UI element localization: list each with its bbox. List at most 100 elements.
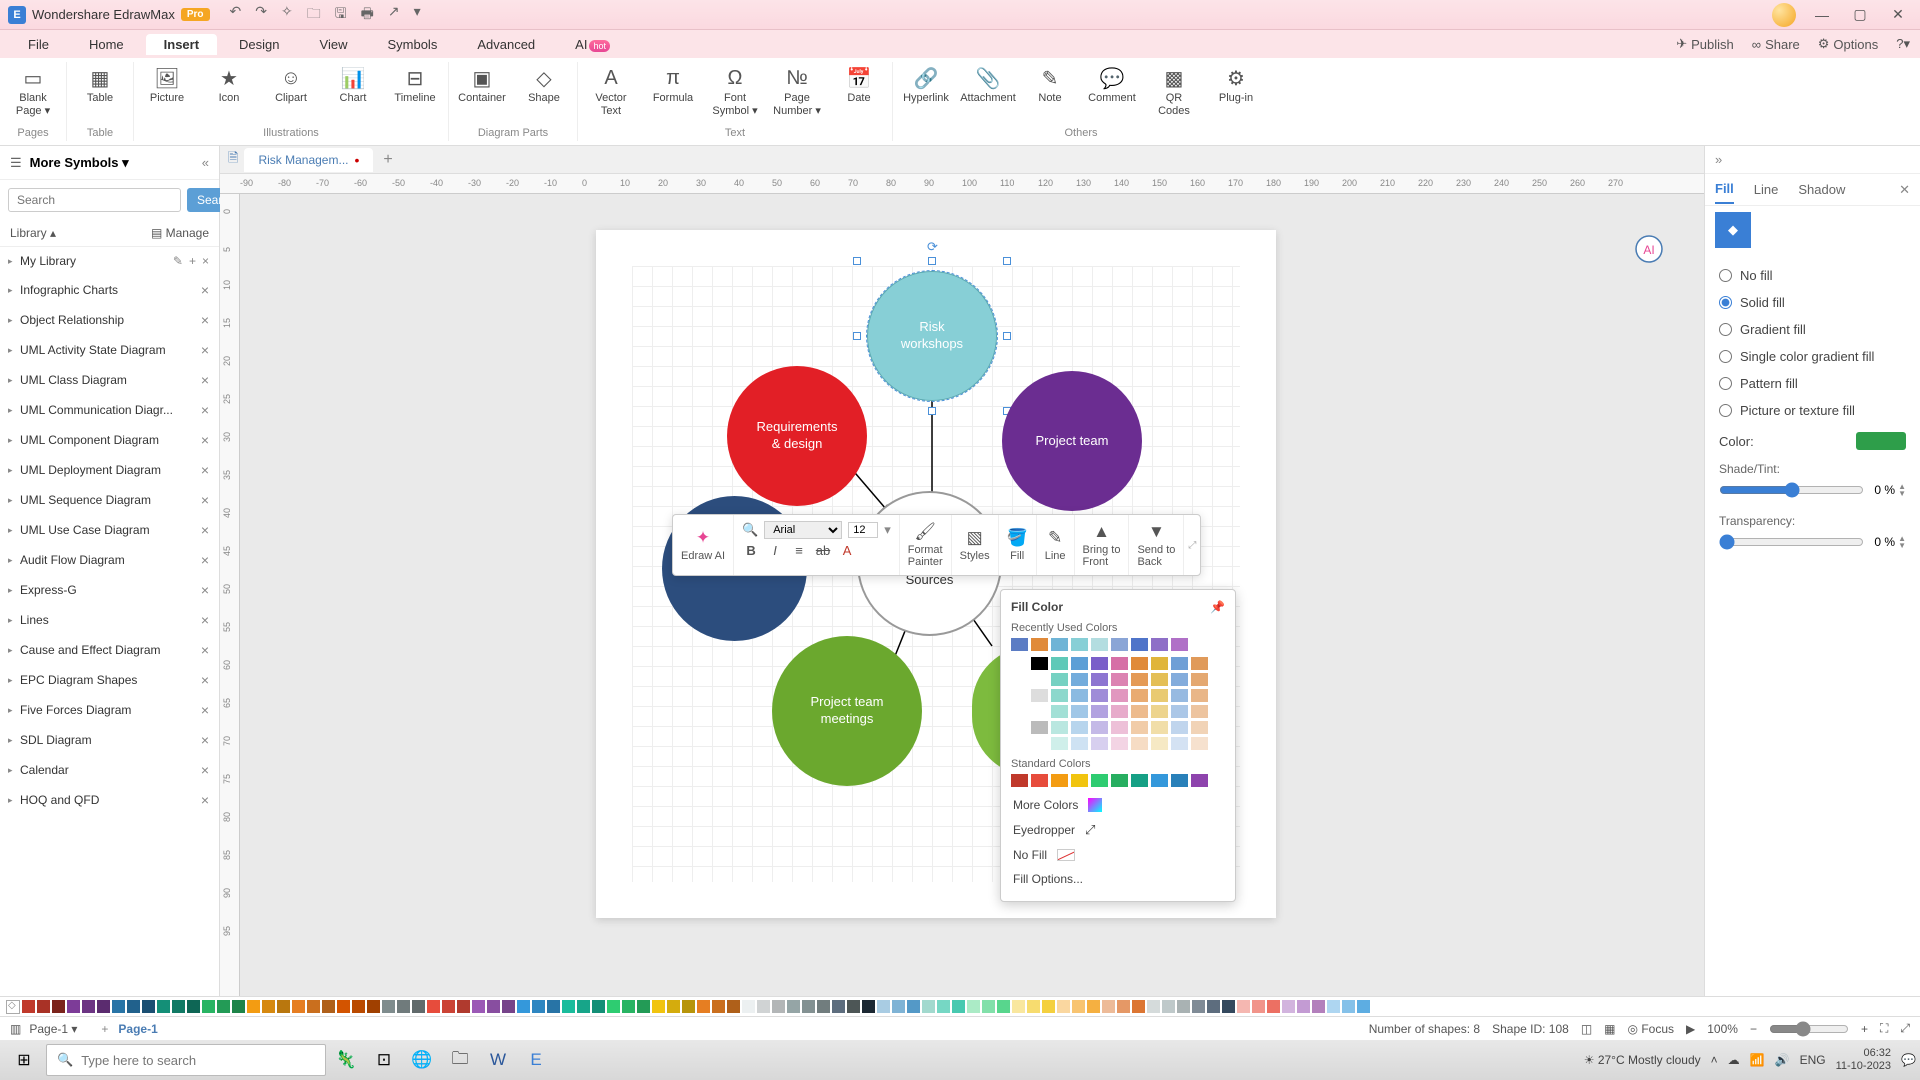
- colorstrip-swatch[interactable]: [307, 1000, 320, 1013]
- colorstrip-swatch[interactable]: [727, 1000, 740, 1013]
- color-swatch[interactable]: [1151, 721, 1168, 734]
- colorstrip-swatch[interactable]: [232, 1000, 245, 1013]
- colorstrip-swatch[interactable]: [877, 1000, 890, 1013]
- colorstrip-swatch[interactable]: [967, 1000, 980, 1013]
- colorstrip-swatch[interactable]: [112, 1000, 125, 1013]
- color-swatch[interactable]: [1091, 721, 1108, 734]
- colorstrip-swatch[interactable]: [322, 1000, 335, 1013]
- ribbon-chart[interactable]: 📊Chart: [326, 64, 380, 107]
- start-button[interactable]: ⊞: [4, 1044, 44, 1076]
- color-swatch[interactable]: [1111, 657, 1128, 670]
- sidebar-search-input[interactable]: [8, 188, 181, 212]
- colorstrip-swatch[interactable]: [337, 1000, 350, 1013]
- color-swatch[interactable]: [1171, 737, 1188, 750]
- ribbon-container[interactable]: ▣Container: [455, 64, 509, 107]
- colorstrip-swatch[interactable]: [577, 1000, 590, 1013]
- pages-icon[interactable]: ▥: [10, 1022, 21, 1036]
- library-label[interactable]: Library ▴: [10, 226, 151, 240]
- mylib-add-icon[interactable]: +: [189, 254, 196, 268]
- color-swatch[interactable]: [1031, 721, 1048, 734]
- colorstrip-swatch[interactable]: [97, 1000, 110, 1013]
- sidebar-item[interactable]: Express-G×: [0, 575, 219, 605]
- tray-notifications-icon[interactable]: 💬: [1901, 1053, 1916, 1067]
- colorstrip-swatch[interactable]: [862, 1000, 875, 1013]
- color-swatch[interactable]: [1151, 657, 1168, 670]
- color-swatch[interactable]: [1011, 673, 1028, 686]
- focus-button[interactable]: ◎ Focus: [1628, 1022, 1675, 1036]
- sidebar-item[interactable]: UML Component Diagram×: [0, 425, 219, 455]
- color-swatch[interactable]: [1031, 673, 1048, 686]
- color-swatch[interactable]: [1091, 638, 1108, 651]
- color-swatch[interactable]: [1051, 689, 1068, 702]
- ribbon-vector-text[interactable]: AVector Text: [584, 64, 638, 120]
- colorstrip-swatch[interactable]: [172, 1000, 185, 1013]
- item-close-icon[interactable]: ×: [201, 462, 209, 478]
- colorstrip-swatch[interactable]: [907, 1000, 920, 1013]
- no-fill-option[interactable]: No Fill: [1011, 843, 1225, 867]
- colorstrip-swatch[interactable]: [52, 1000, 65, 1013]
- item-close-icon[interactable]: ×: [201, 342, 209, 358]
- line-button[interactable]: ✎Line: [1037, 515, 1075, 575]
- fill-button[interactable]: 🪣Fill: [999, 515, 1037, 575]
- color-swatch[interactable]: [1111, 673, 1128, 686]
- zoom-in-icon[interactable]: +: [1861, 1022, 1868, 1036]
- color-swatch[interactable]: [1171, 657, 1188, 670]
- node-meetings[interactable]: Project team meetings: [772, 636, 922, 786]
- colorstrip-swatch[interactable]: [1132, 1000, 1145, 1013]
- color-swatch[interactable]: [1191, 673, 1208, 686]
- sidebar-item[interactable]: SDL Diagram×: [0, 725, 219, 755]
- colorstrip-swatch[interactable]: [292, 1000, 305, 1013]
- eyedropper-option[interactable]: Eyedropper⤢: [1011, 817, 1225, 843]
- colorstrip-swatch[interactable]: [427, 1000, 440, 1013]
- sidebar-item[interactable]: UML Communication Diagr...×: [0, 395, 219, 425]
- item-close-icon[interactable]: ×: [201, 642, 209, 658]
- menu-file[interactable]: File: [10, 34, 67, 55]
- colorstrip-swatch[interactable]: [127, 1000, 140, 1013]
- colorstrip-swatch[interactable]: [952, 1000, 965, 1013]
- hamburger-icon[interactable]: ☰: [10, 155, 22, 171]
- colorstrip-swatch[interactable]: [607, 1000, 620, 1013]
- rotate-handle-icon[interactable]: ⟳: [927, 239, 938, 255]
- item-close-icon[interactable]: ×: [201, 582, 209, 598]
- sidebar-item[interactable]: Five Forces Diagram×: [0, 695, 219, 725]
- mylib-edit-icon[interactable]: ✎: [173, 254, 183, 268]
- sidebar-item[interactable]: HOQ and QFD×: [0, 785, 219, 815]
- color-swatch[interactable]: [1071, 689, 1088, 702]
- sidebar-title[interactable]: More Symbols ▾: [30, 155, 202, 171]
- color-swatch[interactable]: [1051, 657, 1068, 670]
- resize-handle[interactable]: [853, 332, 861, 340]
- canvas-viewport[interactable]: ⟳ Risk workshops Requirements & design: [240, 194, 1704, 996]
- fill-options-option[interactable]: Fill Options...: [1011, 867, 1225, 891]
- colorstrip-swatch[interactable]: [892, 1000, 905, 1013]
- color-swatch[interactable]: [1131, 705, 1148, 718]
- panel-close-icon[interactable]: ✕: [1899, 182, 1910, 198]
- ribbon-picture[interactable]: 🖼Picture: [140, 64, 194, 107]
- item-close-icon[interactable]: ×: [201, 402, 209, 418]
- colorstrip-swatch[interactable]: [412, 1000, 425, 1013]
- color-swatch[interactable]: [1131, 737, 1148, 750]
- color-swatch[interactable]: [1011, 689, 1028, 702]
- colorstrip-swatch[interactable]: [1072, 1000, 1085, 1013]
- colorstrip-swatch[interactable]: [922, 1000, 935, 1013]
- tray-language-icon[interactable]: ENG: [1800, 1053, 1826, 1067]
- help-icon[interactable]: ?▾: [1896, 36, 1910, 52]
- ribbon-attachment[interactable]: 📎Attachment: [961, 64, 1015, 107]
- font-size-input[interactable]: [848, 522, 878, 538]
- add-tab-icon[interactable]: +: [383, 151, 392, 169]
- colorstrip-swatch[interactable]: [532, 1000, 545, 1013]
- tray-onedrive-icon[interactable]: ☁: [1728, 1053, 1740, 1067]
- color-swatch[interactable]: [1071, 673, 1088, 686]
- sidebar-item[interactable]: UML Deployment Diagram×: [0, 455, 219, 485]
- italic-button[interactable]: I: [766, 543, 784, 558]
- node-risk-workshops[interactable]: Risk workshops: [867, 271, 997, 401]
- colorstrip-swatch[interactable]: [262, 1000, 275, 1013]
- sidebar-item[interactable]: EPC Diagram Shapes×: [0, 665, 219, 695]
- align-button[interactable]: ≡: [790, 543, 808, 558]
- color-swatch[interactable]: [1151, 737, 1168, 750]
- colorstrip-swatch[interactable]: [1087, 1000, 1100, 1013]
- colorstrip-swatch[interactable]: [82, 1000, 95, 1013]
- fill-tool-icon[interactable]: ◆: [1715, 212, 1751, 248]
- colorstrip-swatch[interactable]: [382, 1000, 395, 1013]
- colorstrip-swatch[interactable]: [772, 1000, 785, 1013]
- colorstrip-swatch[interactable]: [367, 1000, 380, 1013]
